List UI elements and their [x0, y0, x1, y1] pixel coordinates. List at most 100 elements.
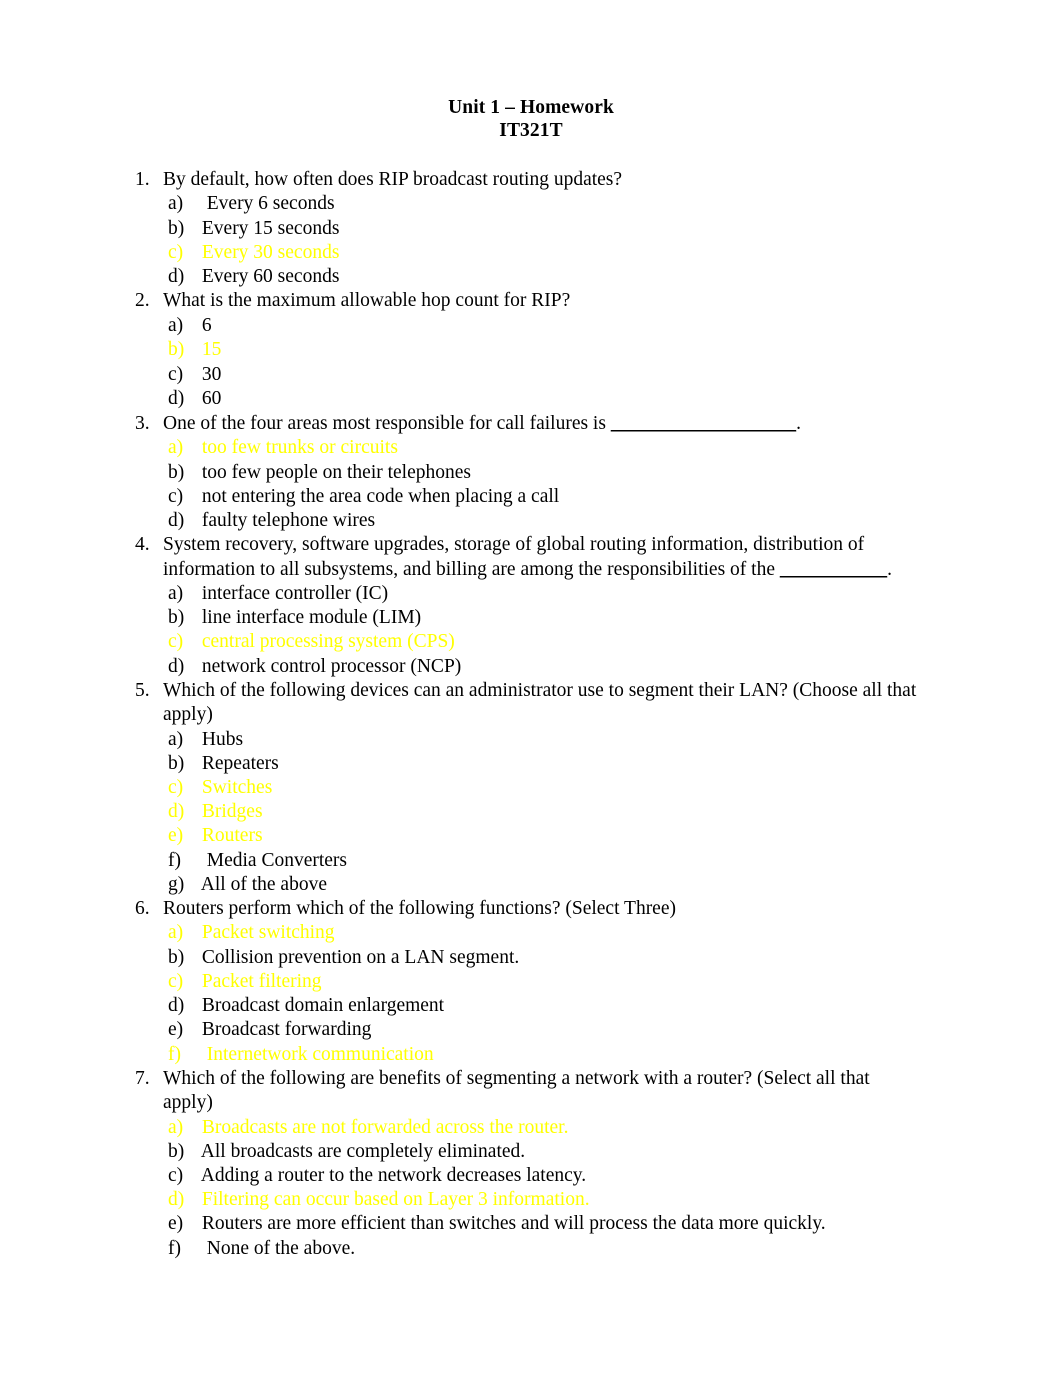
option-item[interactable]: d) Broadcast domain enlargement [168, 994, 922, 1018]
option-item-selected[interactable]: b) 15 [168, 338, 922, 363]
option-text: Switches [197, 777, 273, 799]
option-text: network control processor (NCP) [197, 655, 462, 677]
option-letter: a) [168, 314, 184, 336]
answer-blank: ___________ [779, 558, 888, 580]
option-item[interactable]: a) 6 [168, 314, 922, 339]
option-item[interactable]: d) 60 [168, 387, 922, 412]
option-item[interactable]: c) not entering the area code when placi… [168, 485, 922, 509]
option-item[interactable]: b) Collision prevention on a LAN segment… [168, 946, 922, 970]
option-text: All of the above [197, 873, 327, 895]
option-text: Repeaters [197, 752, 279, 774]
option-letter: e) [168, 1213, 184, 1235]
option-text: Adding a router to the network decreases… [197, 1164, 587, 1186]
option-text: Packet switching [197, 922, 335, 944]
question-number: 4. [135, 534, 150, 556]
option-letter: a) [168, 1116, 184, 1138]
question-text-before-blank: System recovery, software upgrades, stor… [163, 534, 865, 580]
option-item[interactable]: e) Routers are more efficient than switc… [168, 1212, 922, 1236]
option-text: All broadcasts are completely eliminated… [197, 1140, 526, 1162]
option-item[interactable]: d) Every 60 seconds [168, 265, 922, 289]
option-letter: d) [168, 655, 185, 677]
option-item-selected[interactable]: c) Packet filtering [168, 970, 922, 994]
option-item[interactable]: b) All broadcasts are completely elimina… [168, 1140, 922, 1164]
option-item[interactable]: f) Media Converters [168, 849, 922, 873]
option-text: Routers are more efficient than switches… [197, 1213, 826, 1235]
option-letter: a) [168, 193, 184, 215]
option-letter: d) [168, 1189, 185, 1211]
question-text: Which of the following are benefits of s… [163, 1067, 870, 1114]
option-text: Routers [197, 825, 263, 847]
option-text: interface controller (IC) [197, 583, 389, 605]
option-item[interactable]: d) faulty telephone wires [168, 509, 922, 533]
question-text: One of the four areas most responsible f… [163, 412, 922, 436]
question-text: System recovery, software upgrades, stor… [163, 533, 922, 582]
option-letter: d) [168, 510, 185, 532]
option-letter: d) [168, 801, 185, 823]
option-item[interactable]: c) Adding a router to the network decrea… [168, 1164, 922, 1188]
option-letter: a) [168, 583, 184, 605]
question-item: 5. Which of the following devices can an … [135, 679, 922, 897]
question-text-after-blank: . [887, 558, 892, 580]
option-letter: b) [168, 217, 185, 239]
option-item-selected[interactable]: c) central processing system (CPS) [168, 630, 922, 654]
question-item: 6. Routers perform which of the following… [135, 897, 922, 1067]
option-item[interactable]: e) Broadcast forwarding [168, 1018, 922, 1042]
question-item: 1. By default, how often does RIP broadca… [135, 168, 922, 289]
document-page: Unit 1 – Homework IT321T 1. By default, h… [0, 0, 1062, 1377]
option-letter: b) [168, 946, 185, 968]
option-item[interactable]: f) None of the above. [168, 1237, 922, 1261]
question-text: What is the maximum allowable hop count … [163, 290, 571, 312]
option-item-selected[interactable]: d) Bridges [168, 800, 922, 824]
option-text: Broadcast forwarding [197, 1019, 372, 1041]
option-letter: e) [168, 825, 184, 847]
option-letter: f) [168, 849, 181, 871]
question-number: 1. [135, 169, 150, 190]
option-text: Broadcast domain enlargement [197, 995, 445, 1017]
option-letter: a) [168, 437, 184, 459]
question-text: Routers perform which of the following f… [163, 898, 676, 920]
option-text: Packet filtering [197, 970, 322, 992]
option-text: 15 [197, 339, 222, 361]
option-item-selected[interactable]: c) Every 30 seconds [168, 241, 922, 265]
option-item-selected[interactable]: f) Internetwork communication [168, 1043, 922, 1067]
option-text: line interface module (LIM) [197, 607, 422, 629]
option-item[interactable]: g) All of the above [168, 873, 922, 897]
option-list: a) Broadcasts are not forwarded across t… [163, 1116, 922, 1261]
document-body: 1. By default, how often does RIP broadca… [0, 168, 1062, 1261]
option-letter: c) [168, 363, 184, 385]
option-item[interactable]: b) Repeaters [168, 752, 922, 776]
option-text: Filtering can occur based on Layer 3 inf… [197, 1189, 590, 1211]
question-number: 3. [135, 413, 150, 434]
option-item-selected[interactable]: a) Packet switching [168, 921, 922, 945]
option-item-selected[interactable]: e) Routers [168, 824, 922, 848]
option-item-selected[interactable]: a) too few trunks or circuits [168, 436, 922, 460]
option-item[interactable]: a) interface controller (IC) [168, 582, 922, 606]
option-item[interactable]: a) Hubs [168, 728, 922, 752]
page-subtitle: IT321T [499, 120, 563, 141]
option-text: Every 30 seconds [197, 241, 340, 263]
option-text: too few trunks or circuits [197, 437, 398, 459]
question-item: 7. Which of the following are benefits of… [135, 1067, 922, 1261]
question-item: 3. One of the four areas most responsible… [135, 412, 922, 533]
question-number: 6. [135, 898, 150, 920]
option-letter: c) [168, 241, 184, 263]
option-letter: b) [168, 607, 185, 629]
option-text: Collision prevention on a LAN segment. [197, 946, 520, 968]
option-item-selected[interactable]: c) Switches [168, 776, 922, 800]
option-text: Every 60 seconds [197, 266, 340, 288]
option-item[interactable]: b) too few people on their telephones [168, 461, 922, 485]
option-list: a) Every 6 seconds b) Every 15 seconds c) … [163, 192, 922, 289]
option-item[interactable]: b) line interface module (LIM) [168, 606, 922, 630]
option-item[interactable]: a) Every 6 seconds [168, 192, 922, 216]
option-letter: b) [168, 339, 185, 361]
option-list: a) Hubs b) Repeaters c) Switches d) Bridges… [163, 728, 922, 897]
option-text: not entering the area code when placing … [197, 485, 560, 507]
option-text: Hubs [197, 728, 244, 750]
option-item[interactable]: d) network control processor (NCP) [168, 655, 922, 679]
option-letter: f) [168, 1043, 181, 1065]
question-list: 1. By default, how often does RIP broadca… [135, 168, 922, 1261]
option-item[interactable]: c) 30 [168, 363, 922, 388]
option-item-selected[interactable]: d) Filtering can occur based on Layer 3 … [168, 1188, 922, 1212]
option-item-selected[interactable]: a) Broadcasts are not forwarded across t… [168, 1116, 922, 1140]
option-item[interactable]: b) Every 15 seconds [168, 217, 922, 241]
